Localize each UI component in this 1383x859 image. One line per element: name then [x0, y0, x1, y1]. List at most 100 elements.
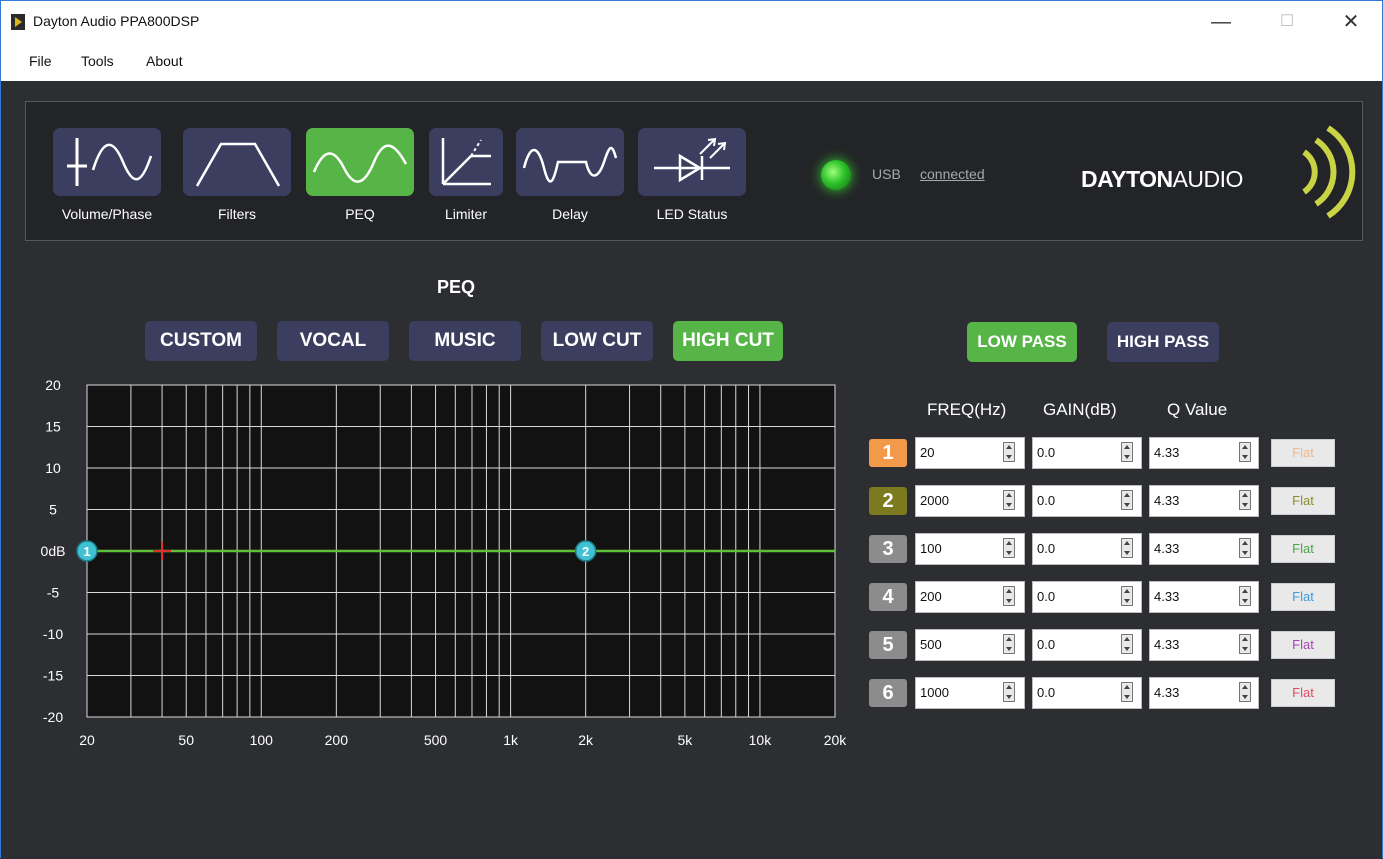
window-title: Dayton Audio PPA800DSP [33, 13, 200, 29]
low-pass-button[interactable]: LOW PASS [967, 322, 1077, 362]
band-row: 6 1000 0.0 4.33 Flat [869, 677, 1339, 709]
y-tick-label: 0dB [41, 543, 66, 559]
preset-custom-button[interactable]: CUSTOM [145, 321, 257, 361]
section-title: PEQ [437, 277, 476, 297]
flat-button[interactable]: Flat [1271, 487, 1335, 515]
x-tick-label: 2k [578, 732, 594, 748]
gain-spinner[interactable] [1121, 442, 1133, 462]
delay-label: Delay [552, 206, 588, 222]
y-tick-label: 5 [49, 502, 57, 518]
y-tick-label: 20 [45, 377, 61, 393]
q-spinner[interactable] [1239, 586, 1251, 606]
volume-phase-label: Volume/Phase [61, 206, 153, 222]
band-row: 5 500 0.0 4.33 Flat [869, 629, 1339, 661]
gain-spinner[interactable] [1121, 634, 1133, 654]
led-status-label: LED Status [656, 206, 728, 222]
q-spinner[interactable] [1239, 634, 1251, 654]
q-spinner[interactable] [1239, 442, 1251, 462]
logo-bold-text: DAYTON [1081, 166, 1173, 192]
led-status-button[interactable] [638, 128, 746, 196]
flat-button[interactable]: Flat [1271, 439, 1335, 467]
flat-button[interactable]: Flat [1271, 679, 1335, 707]
q-spinner[interactable] [1239, 490, 1251, 510]
x-tick-label: 20 [79, 732, 95, 748]
maximize-button[interactable]: ☐ [1267, 9, 1307, 35]
band-number: 6 [869, 679, 907, 707]
y-tick-label: -15 [43, 668, 63, 684]
preset-music-button[interactable]: MUSIC [409, 321, 521, 361]
flat-button[interactable]: Flat [1271, 535, 1335, 563]
band-row: 4 200 0.0 4.33 Flat [869, 581, 1339, 613]
high-pass-button[interactable]: HIGH PASS [1107, 322, 1219, 362]
module-toolbar: Volume/Phase Filters PEQ Limiter Delay L… [25, 101, 1363, 241]
flat-button[interactable]: Flat [1271, 631, 1335, 659]
band-row: 3 100 0.0 4.33 Flat [869, 533, 1339, 565]
logo-waves-icon [1302, 125, 1356, 219]
peq-label: PEQ [345, 206, 375, 222]
menu-tools[interactable]: Tools [81, 53, 114, 69]
freq-spinner[interactable] [1003, 490, 1015, 510]
flat-button[interactable]: Flat [1271, 583, 1335, 611]
filters-label: Filters [217, 206, 257, 222]
preset-vocal-button[interactable]: VOCAL [277, 321, 389, 361]
x-tick-label: 20k [824, 732, 848, 748]
preset-low-cut-button[interactable]: LOW CUT [541, 321, 653, 361]
freq-spinner[interactable] [1003, 586, 1015, 606]
filters-button[interactable] [183, 128, 291, 196]
x-tick-label: 10k [749, 732, 773, 748]
x-tick-label: 500 [424, 732, 448, 748]
preset-high-cut-button[interactable]: HIGH CUT [673, 321, 783, 361]
main-panel: Volume/Phase Filters PEQ Limiter Delay L… [1, 81, 1382, 859]
freq-spinner[interactable] [1003, 682, 1015, 702]
gain-spinner[interactable] [1121, 490, 1133, 510]
freq-spinner[interactable] [1003, 634, 1015, 654]
minimize-button[interactable]: — [1201, 9, 1241, 35]
app-logo-icon [11, 14, 25, 30]
y-tick-label: 15 [45, 419, 61, 435]
band-number: 2 [869, 487, 907, 515]
peq-icon [312, 144, 408, 183]
usb-label: USB [872, 166, 901, 182]
band-number: 3 [869, 535, 907, 563]
freq-spinner[interactable] [1003, 442, 1015, 462]
limiter-icon [441, 138, 491, 186]
x-tick-label: 50 [178, 732, 194, 748]
x-tick-label: 200 [325, 732, 349, 748]
dayton-audio-logo: DAYTONAUDIO [1081, 166, 1243, 193]
close-button[interactable]: ✕ [1331, 9, 1371, 35]
peq-button[interactable] [306, 128, 414, 196]
volume-phase-button[interactable] [53, 128, 161, 196]
y-tick-label: -5 [47, 585, 60, 601]
band-row: 1 20 0.0 4.33 Flat [869, 437, 1339, 469]
menu-about[interactable]: About [146, 53, 183, 69]
gain-spinner[interactable] [1121, 682, 1133, 702]
peq-chart-svg[interactable]: 20 15 10 5 0dB -5 -10 -15 -20 20 50 100 200 500 1k 2k 5k… [1, 371, 861, 751]
filters-icon [195, 142, 281, 187]
column-header-freq: FREQ(Hz) [927, 400, 1007, 419]
menu-file[interactable]: File [29, 53, 52, 69]
band-number: 5 [869, 631, 907, 659]
volume-phase-icon [67, 138, 153, 186]
band-marker-label: 2 [582, 544, 589, 559]
band-number: 4 [869, 583, 907, 611]
menu-bar: File Tools About [1, 43, 1382, 81]
y-tick-label: -10 [43, 626, 63, 642]
logo-thin-text: AUDIO [1172, 166, 1244, 192]
q-spinner[interactable] [1239, 682, 1251, 702]
app-window: Dayton Audio PPA800DSP — ☐ ✕ File Tools … [0, 0, 1383, 859]
usb-led-indicator [821, 160, 851, 190]
delay-button[interactable] [516, 128, 624, 196]
y-tick-label: -20 [43, 709, 63, 725]
title-bar: Dayton Audio PPA800DSP — ☐ ✕ [1, 1, 1382, 43]
gain-spinner[interactable] [1121, 538, 1133, 558]
gain-spinner[interactable] [1121, 586, 1133, 606]
x-tick-label: 5k [677, 732, 693, 748]
peq-chart: 20 15 10 5 0dB -5 -10 -15 -20 20 50 100 200 500 1k 2k 5k… [1, 371, 861, 751]
freq-spinner[interactable] [1003, 538, 1015, 558]
delay-icon [522, 146, 618, 183]
limiter-button[interactable] [429, 128, 503, 196]
q-spinner[interactable] [1239, 538, 1251, 558]
led-status-icon [654, 137, 730, 183]
usb-connection-status[interactable]: connected [920, 166, 985, 182]
limiter-label: Limiter [444, 206, 487, 222]
